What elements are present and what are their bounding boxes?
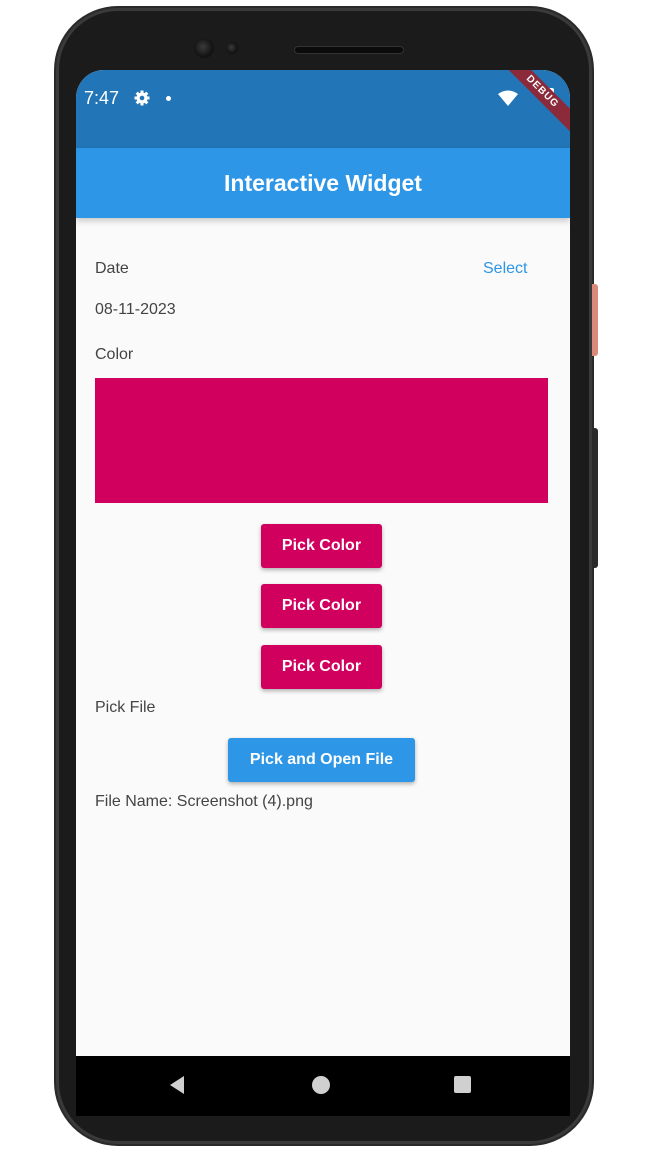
- pick-color-button-2[interactable]: Pick Color: [261, 584, 382, 628]
- recents-icon[interactable]: [454, 1076, 471, 1093]
- page-title: Interactive Widget: [224, 170, 422, 196]
- volume-button: [592, 428, 598, 568]
- pick-color-button-1[interactable]: Pick Color: [261, 524, 382, 568]
- front-camera-icon: [194, 38, 214, 58]
- select-date-button[interactable]: Select: [483, 260, 527, 278]
- date-label: Date: [95, 260, 129, 277]
- phone-frame: 7:47 DEBUG Interactive Widget Date Selec…: [56, 8, 598, 1144]
- system-navigation-bar: [76, 1056, 570, 1116]
- power-button: [592, 284, 598, 356]
- color-preview-swatch: [95, 378, 548, 503]
- wifi-icon: [498, 90, 518, 106]
- sensor-icon: [226, 42, 238, 54]
- notification-dot-icon: [166, 96, 171, 101]
- pick-file-label: Pick File: [95, 699, 156, 716]
- pick-and-open-file-button[interactable]: Pick and Open File: [228, 738, 415, 782]
- date-value: 08-11-2023: [95, 301, 176, 318]
- file-name-text: File Name: Screenshot (4).png: [95, 793, 313, 810]
- color-label: Color: [95, 346, 134, 363]
- app-bar: Interactive Widget: [76, 148, 570, 218]
- earpiece-speaker: [294, 46, 404, 54]
- back-icon[interactable]: [170, 1076, 184, 1094]
- home-icon[interactable]: [312, 1076, 330, 1094]
- pick-color-button-3[interactable]: Pick Color: [261, 645, 382, 689]
- screen: 7:47 DEBUG Interactive Widget Date Selec…: [76, 70, 570, 1056]
- settings-gear-icon: [134, 90, 150, 106]
- status-bar: 7:47 DEBUG: [76, 70, 570, 148]
- status-time: 7:47: [84, 88, 120, 108]
- top-bezel: [56, 8, 592, 72]
